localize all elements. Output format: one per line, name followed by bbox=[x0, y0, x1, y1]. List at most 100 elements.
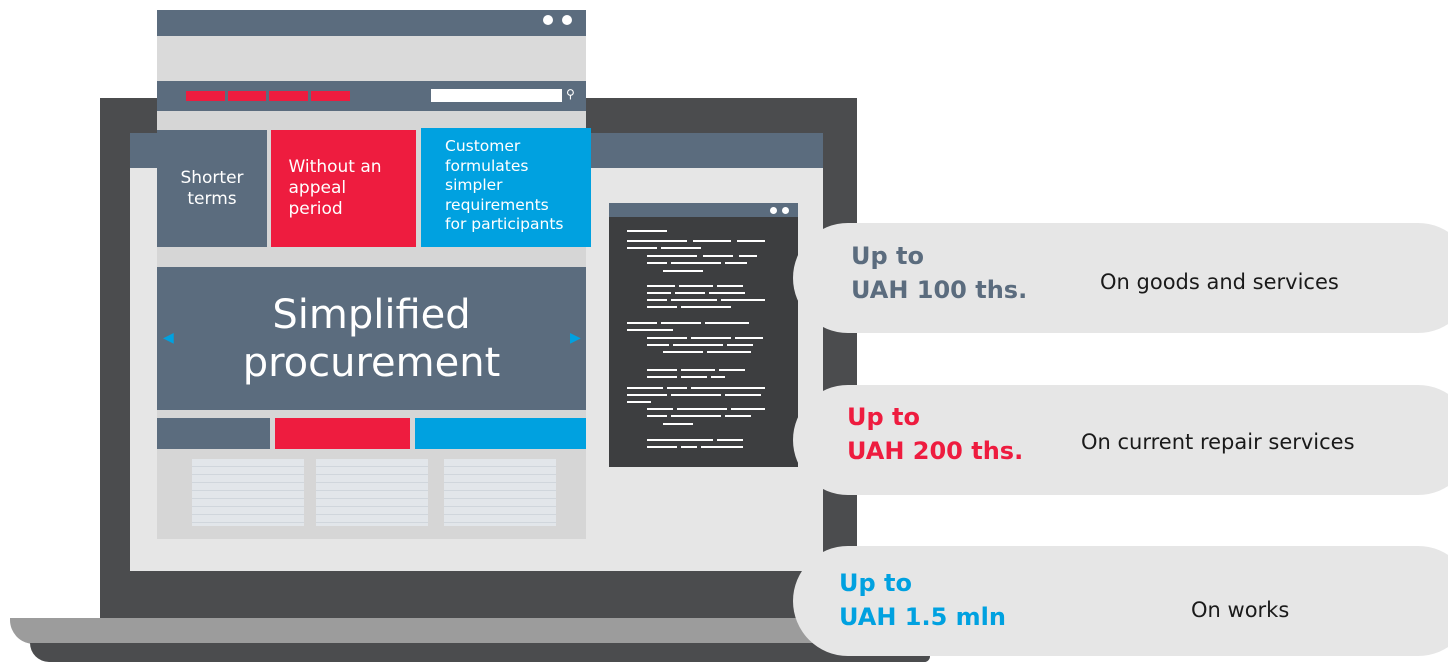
code-line bbox=[647, 306, 677, 308]
code-line bbox=[739, 255, 757, 257]
nav-menu-item[interactable] bbox=[228, 91, 266, 101]
code-line bbox=[677, 408, 727, 410]
code-line bbox=[691, 337, 731, 339]
table-column bbox=[316, 459, 428, 526]
code-line bbox=[709, 292, 745, 294]
code-line bbox=[663, 351, 703, 353]
code-line bbox=[679, 285, 713, 287]
code-line bbox=[647, 255, 697, 257]
footer-strip-slate bbox=[157, 418, 270, 449]
code-line bbox=[707, 351, 751, 353]
code-line bbox=[647, 415, 667, 417]
code-line bbox=[673, 344, 723, 346]
code-line bbox=[691, 387, 765, 389]
tier-amount: Up to UAH 200 ths. bbox=[847, 403, 1024, 465]
code-line bbox=[647, 408, 673, 410]
code-line bbox=[627, 322, 657, 324]
browser-header-band bbox=[157, 36, 586, 81]
tier-amount: Up to UAH 1.5 mln bbox=[839, 569, 1006, 631]
tier-pill-1500: Up to UAH 1.5 mln On works bbox=[793, 546, 1448, 656]
window-dot-icon bbox=[543, 15, 553, 25]
code-line bbox=[627, 230, 667, 232]
code-line bbox=[737, 240, 765, 242]
code-line bbox=[717, 439, 743, 441]
tier-description: On goods and services bbox=[1100, 270, 1339, 294]
code-line bbox=[701, 446, 743, 448]
code-line bbox=[647, 337, 687, 339]
code-line bbox=[681, 369, 715, 371]
code-line bbox=[647, 292, 671, 294]
code-line bbox=[727, 344, 753, 346]
code-line bbox=[671, 299, 717, 301]
code-line bbox=[681, 376, 707, 378]
tier-amount: Up to UAH 100 ths. bbox=[851, 242, 1028, 304]
code-line bbox=[627, 401, 651, 403]
code-window-body bbox=[609, 217, 798, 467]
code-line bbox=[731, 408, 765, 410]
code-line bbox=[671, 394, 721, 396]
code-line bbox=[647, 446, 677, 448]
laptop-base bbox=[10, 618, 930, 644]
tier-pill-100: Up to UAH 100 ths. On goods and services bbox=[793, 223, 1448, 333]
code-line bbox=[703, 255, 733, 257]
code-line bbox=[663, 270, 703, 272]
hero-banner: Simplified procurement bbox=[157, 267, 586, 410]
tile-no-appeal: Without an appeal period bbox=[271, 130, 416, 247]
hero-title: Simplified procurement bbox=[242, 291, 501, 386]
table-column bbox=[444, 459, 556, 526]
code-line bbox=[647, 299, 667, 301]
search-input[interactable] bbox=[431, 89, 562, 102]
search-icon[interactable]: ⚲ bbox=[566, 87, 580, 101]
tier-description: On current repair services bbox=[1081, 430, 1355, 454]
code-line bbox=[725, 415, 751, 417]
code-line bbox=[671, 415, 721, 417]
code-line bbox=[711, 376, 725, 378]
footer-strip-blue bbox=[415, 418, 586, 449]
nav-menu-item[interactable] bbox=[269, 91, 308, 101]
nav-menu-item[interactable] bbox=[186, 91, 225, 101]
arrow-right-icon[interactable]: ▶ bbox=[570, 330, 581, 346]
tile-no-appeal-label: Without an appeal period bbox=[288, 157, 382, 219]
tile-customer-label: Customer formulates simpler requirements… bbox=[445, 137, 564, 233]
footer-strip-red bbox=[275, 418, 410, 449]
code-line bbox=[681, 306, 731, 308]
tile-shorter-terms: Shorter terms bbox=[157, 130, 267, 247]
code-line bbox=[735, 337, 763, 339]
code-line bbox=[719, 369, 745, 371]
code-line bbox=[627, 387, 663, 389]
code-line bbox=[627, 247, 657, 249]
tier-pill-200: Up to UAH 200 ths. On current repair ser… bbox=[793, 385, 1448, 495]
window-dot-icon bbox=[770, 207, 777, 214]
code-line bbox=[667, 387, 687, 389]
code-line bbox=[627, 394, 667, 396]
code-line bbox=[627, 329, 673, 331]
nav-menu-item[interactable] bbox=[311, 91, 350, 101]
code-line bbox=[647, 439, 713, 441]
code-line bbox=[675, 292, 705, 294]
code-line bbox=[721, 299, 765, 301]
arrow-left-icon[interactable]: ◀ bbox=[163, 330, 174, 346]
code-line bbox=[725, 394, 761, 396]
code-line bbox=[647, 344, 669, 346]
code-line bbox=[647, 285, 675, 287]
code-line bbox=[681, 446, 697, 448]
code-line bbox=[717, 285, 743, 287]
laptop-base-bottom bbox=[30, 643, 930, 662]
code-line bbox=[661, 247, 701, 249]
window-dot-icon bbox=[562, 15, 572, 25]
tile-shorter-terms-label: Shorter terms bbox=[180, 167, 244, 209]
code-line bbox=[647, 369, 677, 371]
code-line bbox=[693, 240, 731, 242]
code-line bbox=[705, 322, 749, 324]
tier-description: On works bbox=[1191, 598, 1290, 622]
window-dot-icon bbox=[782, 207, 789, 214]
table-column bbox=[192, 459, 304, 526]
browser-title-bar bbox=[157, 10, 586, 36]
code-line bbox=[663, 423, 693, 425]
code-line bbox=[661, 322, 701, 324]
code-line bbox=[627, 240, 687, 242]
code-line bbox=[725, 262, 747, 264]
code-line bbox=[671, 262, 721, 264]
tile-customer-requirements: Customer formulates simpler requirements… bbox=[421, 128, 591, 247]
code-line bbox=[647, 376, 677, 378]
